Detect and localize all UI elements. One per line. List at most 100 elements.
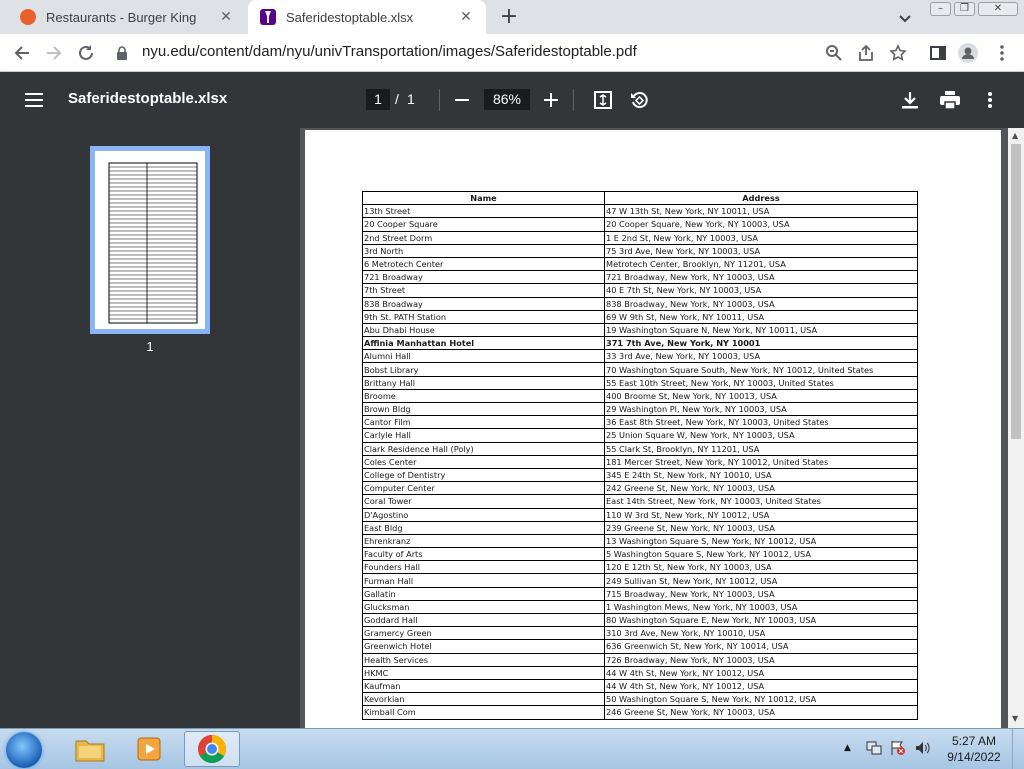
- network-icon[interactable]: [866, 740, 882, 760]
- tab-search-chevron-icon[interactable]: [896, 9, 914, 27]
- table-row: 9th St. PATH Station 69 W 9th St, New Yor…: [362, 309, 918, 324]
- scrollbar-thumb[interactable]: [1011, 144, 1021, 439]
- cell-address: 69 W 9th St, New York, NY 10011, USA: [604, 309, 918, 324]
- windows-start-button[interactable]: [6, 732, 42, 768]
- pdf-more-options-icon[interactable]: [978, 88, 1002, 112]
- volume-icon[interactable]: [914, 740, 930, 760]
- table-row: Gramercy Green 310 3rd Ave, New York, NY …: [362, 626, 918, 641]
- thumbnail-page-image: [95, 151, 205, 329]
- hamburger-menu-icon[interactable]: [22, 88, 46, 112]
- action-center-flag-icon[interactable]: [890, 740, 906, 760]
- cell-name: Alumni Hall: [362, 349, 605, 364]
- forward-arrow-icon[interactable]: [44, 43, 64, 63]
- pdf-page: Name Address 13th Street 47 W 13th St, Ne…: [305, 130, 1001, 728]
- file-explorer-taskbar-button[interactable]: [62, 731, 118, 767]
- cell-address: 19 Washington Square N, New York, NY 100…: [604, 322, 918, 338]
- share-icon[interactable]: [856, 43, 876, 63]
- cell-name: Abu Dhabi House: [362, 322, 605, 338]
- cell-name: Carlyle Hall: [362, 428, 605, 443]
- table-row: 2nd Street Dorm 1 E 2nd St, New York, NY …: [362, 230, 918, 245]
- table-row: Computer Center 242 Greene St, New York, …: [362, 481, 918, 496]
- divider: [439, 89, 440, 111]
- zoom-level-input[interactable]: 86%: [484, 89, 530, 110]
- zoom-magnifier-icon[interactable]: [824, 43, 844, 63]
- thumbnail-table-preview: [108, 162, 198, 324]
- cell-address: 33 3rd Ave, New York, NY 10003, USA: [604, 349, 918, 364]
- tab-close-icon[interactable]: ✕: [456, 7, 476, 27]
- page-number-input[interactable]: 1: [366, 89, 390, 110]
- pdf-document-area: Name Address 13th Street 47 W 13th St, Ne…: [300, 128, 1008, 728]
- reload-icon[interactable]: [76, 43, 96, 63]
- cell-name: 6 Metrotech Center: [362, 256, 605, 272]
- tab-burger-king[interactable]: Restaurants - Burger King ✕: [8, 0, 246, 34]
- zoom-in-icon[interactable]: [539, 88, 563, 112]
- cell-address: 40 E 7th St, New York, NY 10003, USA: [604, 283, 918, 298]
- table-row: Broome 400 Broome St, New York, NY 10013,…: [362, 388, 918, 404]
- bookmark-star-icon[interactable]: [888, 43, 908, 63]
- thumbnail-page-number: 1: [146, 339, 154, 354]
- lock-icon[interactable]: [114, 43, 130, 63]
- cell-address: 239 Greene St, New York, NY 10003, USA: [604, 520, 918, 535]
- cell-name: Kevorkian: [362, 692, 605, 707]
- show-hidden-icons-icon[interactable]: ▲: [844, 743, 851, 753]
- clock-time[interactable]: 5:27 AM: [944, 734, 1004, 748]
- media-player-taskbar-button[interactable]: [122, 731, 178, 767]
- minimize-button[interactable]: –: [930, 2, 951, 16]
- thumbnail-sidebar: 1: [0, 128, 300, 728]
- browser-menu-icon[interactable]: [992, 43, 1012, 63]
- cell-name: Cantor Film: [362, 415, 605, 430]
- side-panel-icon[interactable]: [928, 43, 948, 63]
- cell-name: D'Agostino: [362, 507, 605, 522]
- zoom-out-icon[interactable]: [450, 88, 474, 112]
- table-row: College of Dentistry 345 E 24th St, New Y…: [362, 467, 918, 483]
- cell-address: 70 Washington Square South, New York, NY…: [604, 362, 918, 377]
- cell-name: 2nd Street Dorm: [362, 230, 605, 245]
- cell-address: 75 3rd Ave, New York, NY 10003, USA: [604, 243, 918, 258]
- rotate-icon[interactable]: [627, 88, 651, 112]
- scroll-down-arrow-icon[interactable]: ▼: [1012, 714, 1018, 723]
- chrome-taskbar-button[interactable]: [184, 731, 240, 767]
- cell-address: 80 Washington Square E, New York, NY 100…: [604, 612, 918, 628]
- download-icon[interactable]: [898, 88, 922, 112]
- table-row: 838 Broadway 838 Broadway, New York, NY 1…: [362, 296, 918, 311]
- restore-button[interactable]: ❐: [954, 2, 975, 16]
- cell-name: Gramercy Green: [362, 626, 605, 641]
- cell-name: Glucksman: [362, 599, 605, 615]
- cell-address: 726 Broadway, New York, NY 10003, USA: [604, 652, 918, 667]
- fit-to-page-icon[interactable]: [591, 88, 615, 112]
- close-window-button[interactable]: ✕: [978, 2, 1018, 16]
- cell-name: HKMC: [362, 665, 605, 680]
- new-tab-button[interactable]: +: [498, 6, 520, 29]
- chrome-icon: [198, 735, 226, 763]
- page-thumbnail[interactable]: [90, 146, 210, 334]
- cell-address: 181 Mercer Street, New York, NY 10012, U…: [604, 454, 918, 469]
- tab-strip: Restaurants - Burger King ✕ Saferidestop…: [0, 0, 1024, 34]
- cell-name: Gallatin: [362, 586, 605, 601]
- table-row: HKMC 44 W 4th St, New York, NY 10012, USA: [362, 665, 918, 680]
- divider: [573, 89, 574, 111]
- cell-address: 44 W 4th St, New York, NY 10012, USA: [604, 665, 918, 680]
- table-row: Affinia Manhattan Hotel 371 7th Ave, New …: [362, 336, 918, 351]
- browser-toolbar: nyu.edu/content/dam/nyu/univTransportati…: [0, 34, 1024, 72]
- table-row: Coles Center 181 Mercer Street, New York,…: [362, 454, 918, 469]
- back-arrow-icon[interactable]: [12, 43, 32, 63]
- table-row: Ehrenkranz 13 Washington Square S, New Yo…: [362, 533, 918, 549]
- tab-saferide[interactable]: Saferidestoptable.xlsx ✕: [248, 0, 486, 34]
- print-icon[interactable]: [938, 88, 962, 112]
- scroll-up-arrow-icon[interactable]: ▲: [1012, 131, 1018, 140]
- vertical-scrollbar[interactable]: ▲ ▼: [1008, 128, 1024, 728]
- profile-avatar-icon[interactable]: [958, 43, 978, 63]
- cell-name: East Bldg: [362, 520, 605, 535]
- cell-address: 838 Broadway, New York, NY 10003, USA: [604, 296, 918, 311]
- cell-address: 36 East 8th Street, New York, NY 10003, …: [604, 415, 918, 430]
- tab-close-icon[interactable]: ✕: [216, 7, 236, 27]
- cell-address: 721 Broadway, New York, NY 10003, USA: [604, 270, 918, 285]
- cell-name: Goddard Hall: [362, 612, 605, 628]
- cell-name: Brown Bldg: [362, 401, 605, 417]
- address-bar[interactable]: nyu.edu/content/dam/nyu/univTransportati…: [142, 43, 637, 60]
- clock-date[interactable]: 9/14/2022: [944, 750, 1004, 764]
- table-row: Carlyle Hall 25 Union Square W, New York,…: [362, 428, 918, 443]
- cell-address: 246 Greene St, New York, NY 10003, USA: [604, 705, 918, 720]
- show-desktop-button[interactable]: [1012, 729, 1024, 769]
- cell-address: 50 Washington Square S, New York, NY 100…: [604, 692, 918, 707]
